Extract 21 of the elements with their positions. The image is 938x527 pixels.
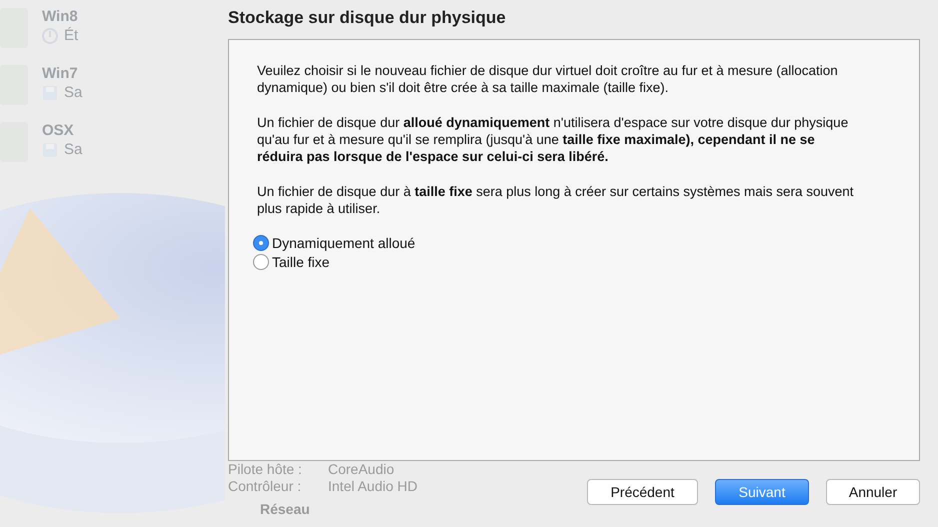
vm-status: Ét (64, 27, 78, 44)
section-title: Réseau (260, 501, 311, 517)
description-text: Un fichier de disque dur alloué dynamiquement n'utilisera d'espace sur votre disque dur physique qu'au fur et à mesure qu'il se remplira (jusqu'à une taille fixe maximale), cependant il ne se réduira pas lorsque de l'espace sur celui-ci sera libéré. (257, 114, 850, 165)
vm-name: Win7 (42, 65, 79, 82)
detail-label: Contrôleur : (228, 478, 302, 495)
dialog-button[interactable]: Annuler (826, 479, 920, 505)
vm-name: OSX (42, 122, 75, 139)
dialog-button[interactable]: Précédent (587, 479, 698, 505)
radio-button[interactable] (253, 254, 269, 270)
detail-value: Intel Audio HD (328, 478, 418, 495)
detail-value: CoreAudio (328, 461, 394, 478)
vm-status: Sa (64, 141, 82, 158)
description-text: Veuilez choisir si le nouveau fichier de disque dur virtuel doit croître au fur et à mesure (allocation dynamique) ou bien s'il doit être crée à sa taille maximale (taille fixe). (257, 62, 839, 96)
radio-label[interactable]: Taille fixe (272, 254, 330, 270)
vm-name: Win8 (42, 8, 78, 25)
vm-status: Sa (64, 84, 82, 101)
detail-label: Pilote hôte : (228, 461, 303, 478)
radio-button[interactable] (253, 235, 269, 251)
dialog-title: Stockage sur disque dur physique (228, 8, 507, 28)
description-text: Un fichier de disque dur à taille fixe sera plus long à créer sur certains systèmes mais sera souvent plus rapide à utiliser. (257, 183, 855, 217)
radio-label[interactable]: Dynamiquement alloué (272, 235, 416, 251)
